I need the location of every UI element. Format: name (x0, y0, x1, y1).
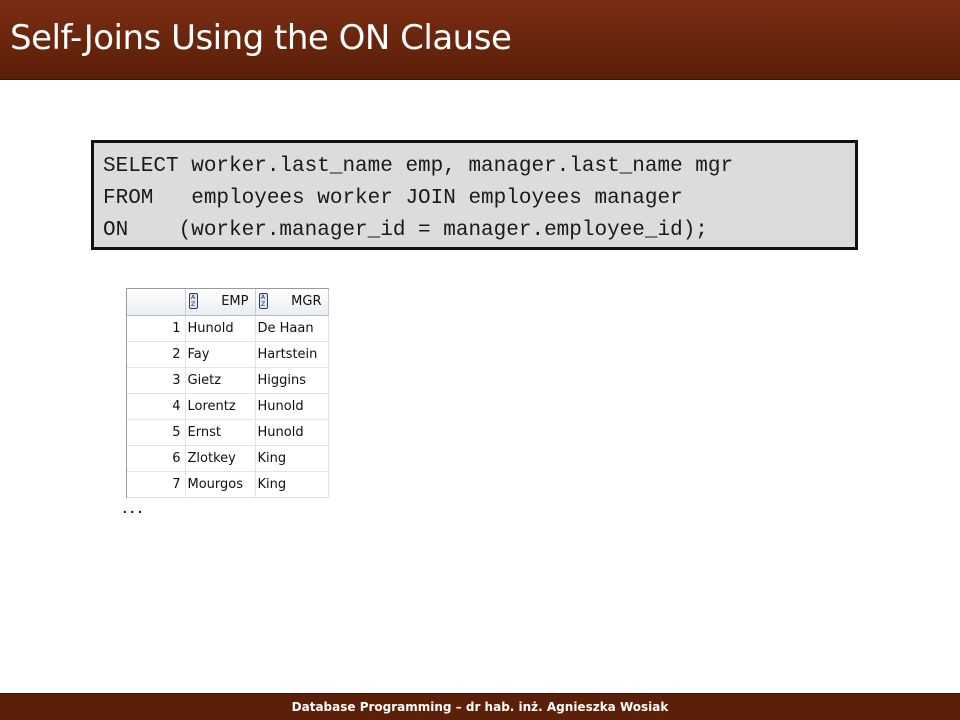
row-number: 7 (127, 471, 186, 498)
row-number: 2 (127, 341, 186, 368)
row-number: 1 (127, 315, 186, 342)
cell-mgr[interactable]: Hartstein (255, 341, 329, 368)
table-row[interactable]: 3 Gietz Higgins (127, 367, 329, 394)
results-grid: AZ EMP AZ MGR 1 Hunold De Haan 2 Fay Har… (126, 288, 329, 498)
table-row[interactable]: 1 Hunold De Haan (127, 315, 329, 342)
title-bar: Self-Joins Using the ON Clause (0, 0, 960, 80)
cell-mgr[interactable]: De Haan (255, 315, 329, 342)
row-number-header (127, 289, 186, 316)
table-row[interactable]: 7 Mourgos King (127, 471, 329, 498)
cell-mgr[interactable]: King (255, 471, 329, 498)
sort-az-icon[interactable]: AZ (188, 293, 198, 309)
cell-emp[interactable]: Hunold (185, 315, 256, 342)
row-number: 4 (127, 393, 186, 420)
code-line: FROM employees worker JOIN employees man… (103, 187, 683, 210)
row-number: 5 (127, 419, 186, 446)
cell-mgr[interactable]: Higgins (255, 367, 329, 394)
results-table: AZ EMP AZ MGR 1 Hunold De Haan 2 Fay Har… (127, 289, 329, 498)
code-line: SELECT worker.last_name emp, manager.las… (103, 155, 734, 178)
cell-emp[interactable]: Mourgos (185, 471, 256, 498)
footer-text: Database Programming – dr hab. inż. Agni… (291, 700, 669, 714)
sort-az-icon[interactable]: AZ (258, 293, 268, 309)
cell-emp[interactable]: Lorentz (185, 393, 256, 420)
cell-emp[interactable]: Gietz (185, 367, 256, 394)
cell-mgr[interactable]: King (255, 445, 329, 472)
table-row[interactable]: 4 Lorentz Hunold (127, 393, 329, 420)
cell-mgr[interactable]: Hunold (255, 393, 329, 420)
table-row[interactable]: 2 Fay Hartstein (127, 341, 329, 368)
column-header-mgr[interactable]: AZ MGR (255, 289, 329, 316)
header-row: AZ EMP AZ MGR (127, 289, 329, 316)
continuation-ellipsis: ... (122, 496, 145, 518)
column-label: EMP (221, 294, 249, 309)
table-row[interactable]: 5 Ernst Hunold (127, 419, 329, 446)
row-number: 3 (127, 367, 186, 394)
column-label: MGR (291, 294, 322, 309)
table-row[interactable]: 6 Zlotkey King (127, 445, 329, 472)
cell-emp[interactable]: Ernst (185, 419, 256, 446)
cell-mgr[interactable]: Hunold (255, 419, 329, 446)
slide-title: Self-Joins Using the ON Clause (10, 18, 512, 58)
sql-code-box: SELECT worker.last_name emp, manager.las… (91, 140, 858, 250)
code-line: ON (worker.manager_id = manager.employee… (103, 219, 708, 242)
cell-emp[interactable]: Fay (185, 341, 256, 368)
cell-emp[interactable]: Zlotkey (185, 445, 256, 472)
column-header-emp[interactable]: AZ EMP (185, 289, 256, 316)
footer-bar: Database Programming – dr hab. inż. Agni… (0, 693, 960, 720)
row-number: 6 (127, 445, 186, 472)
